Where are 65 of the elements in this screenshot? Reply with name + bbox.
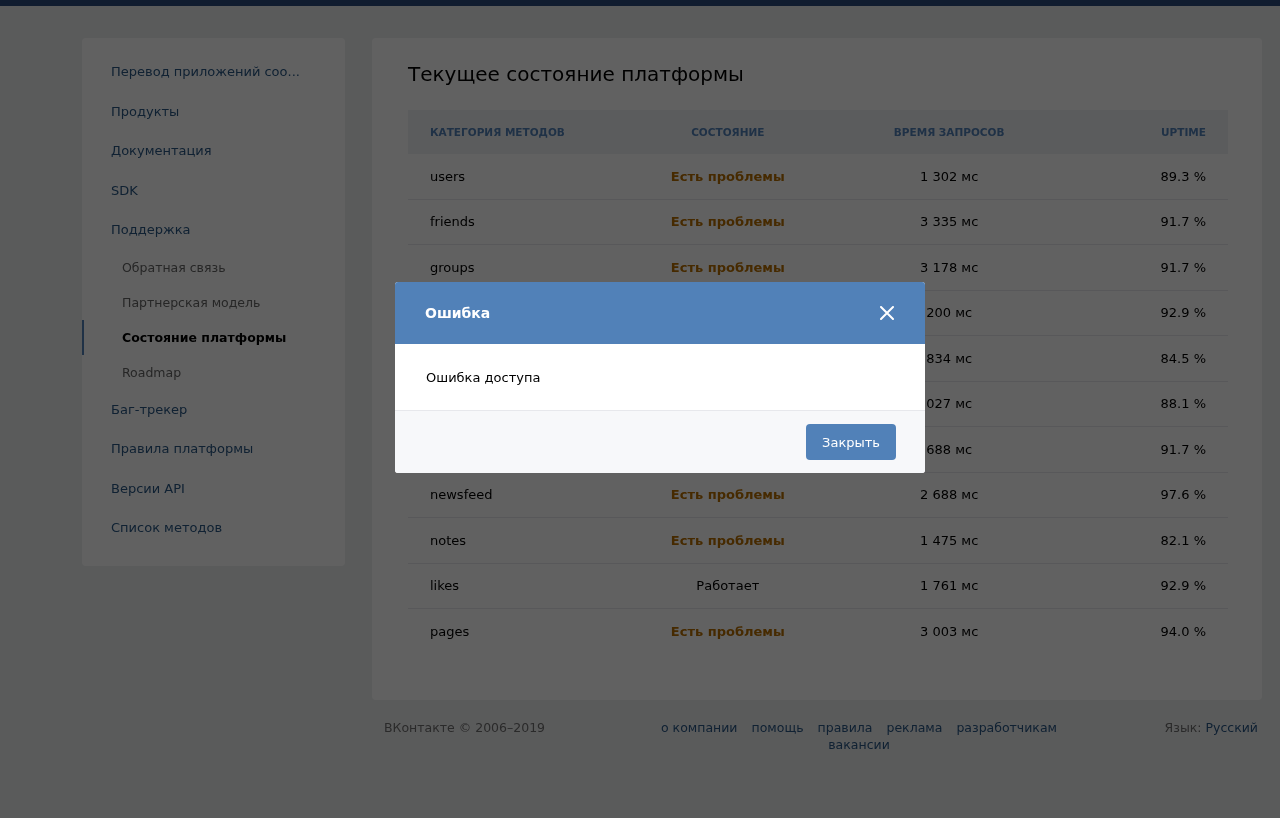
table-cell: pages: [430, 623, 470, 639]
table-cell: 88.1 %: [1160, 396, 1206, 412]
status-text: Работает: [696, 578, 760, 594]
table-cell: 92.9 %: [1160, 578, 1206, 594]
table-cell: likes: [430, 578, 460, 594]
sidebar-subitem[interactable]: Обратная связь: [82, 249, 345, 285]
table-cell: 84.5 %: [1160, 350, 1206, 366]
table-cell: 1 302 мс: [920, 168, 979, 184]
column-header: ВРЕМЯ ЗАПРОСОВ: [834, 110, 1064, 154]
sidebar-subitem[interactable]: Состояние платформы: [82, 319, 345, 355]
footer-link[interactable]: реклама: [886, 719, 943, 735]
sidebar-item[interactable]: Перевод приложений соо...: [82, 52, 345, 92]
table-cell: 91.7 %: [1160, 214, 1206, 230]
dialog-title: Ошибка: [425, 305, 491, 321]
sidebar-subitem[interactable]: Roadmap: [82, 354, 345, 390]
close-button[interactable]: Закрыть: [806, 424, 896, 460]
sidebar-item[interactable]: Список методов: [82, 508, 345, 548]
footer-link[interactable]: помощь: [751, 719, 804, 735]
sidebar-item[interactable]: Правила платформы: [82, 429, 345, 469]
dialog-message: Ошибка доступа: [426, 369, 541, 385]
table-cell: 82.1 %: [1160, 532, 1206, 548]
status-text: Есть проблемы: [670, 532, 785, 548]
table-cell: 200 мс: [926, 305, 973, 321]
table-cell: 1 761 мс: [920, 578, 979, 594]
table-cell: 91.7 %: [1160, 259, 1206, 275]
column-header: КАТЕГОРИЯ МЕТОДОВ: [408, 110, 622, 154]
table-cell: 027 мс: [926, 396, 973, 412]
table-cell: 3 335 мс: [920, 214, 979, 230]
table-cell: friends: [430, 214, 475, 230]
table-cell: 92.9 %: [1160, 305, 1206, 321]
table-cell: 1 475 мс: [920, 532, 979, 548]
table-cell: 2 688 мс: [920, 487, 979, 503]
footer-link[interactable]: вакансии: [828, 736, 890, 752]
sidebar-item[interactable]: Документация: [82, 131, 345, 171]
table-cell: users: [430, 168, 466, 184]
table-cell: 89.3 %: [1160, 168, 1206, 184]
column-header: UPTIME: [1063, 110, 1228, 154]
status-text: Есть проблемы: [670, 623, 785, 639]
sidebar-item[interactable]: SDK: [82, 170, 345, 210]
page-title: Текущее состояние платформы: [408, 62, 745, 86]
close-icon[interactable]: [880, 306, 894, 320]
table-cell: groups: [430, 259, 475, 275]
table-cell: 834 мс: [926, 350, 973, 366]
table-cell: 688 мс: [926, 441, 973, 457]
status-text: Есть проблемы: [670, 259, 785, 275]
column-header: СОСТОЯНИЕ: [621, 110, 835, 154]
status-text: Есть проблемы: [670, 214, 785, 230]
table-cell: 94.0 %: [1160, 623, 1206, 639]
sidebar-item[interactable]: Версии API: [82, 468, 345, 508]
footer-link[interactable]: правила: [817, 719, 873, 735]
status-text: Есть проблемы: [670, 168, 785, 184]
table-cell: notes: [430, 532, 467, 548]
language-link[interactable]: Русский: [1205, 719, 1258, 752]
table-cell: 3 003 мс: [920, 623, 979, 639]
table-cell: 91.7 %: [1160, 441, 1206, 457]
footer-link[interactable]: о компании: [661, 719, 738, 735]
table-cell: newsfeed: [430, 487, 493, 503]
sidebar-item[interactable]: Баг-трекер: [82, 389, 345, 429]
sidebar-item[interactable]: Продукты: [82, 91, 345, 131]
table-cell: 97.6 %: [1160, 487, 1206, 503]
status-text: Есть проблемы: [670, 487, 785, 503]
table-cell: 3 178 мс: [920, 259, 979, 275]
sidebar-item[interactable]: Поддержка: [82, 210, 345, 250]
sidebar-subitem[interactable]: Партнерская модель: [82, 284, 345, 320]
footer-link[interactable]: разработчикам: [956, 719, 1057, 735]
